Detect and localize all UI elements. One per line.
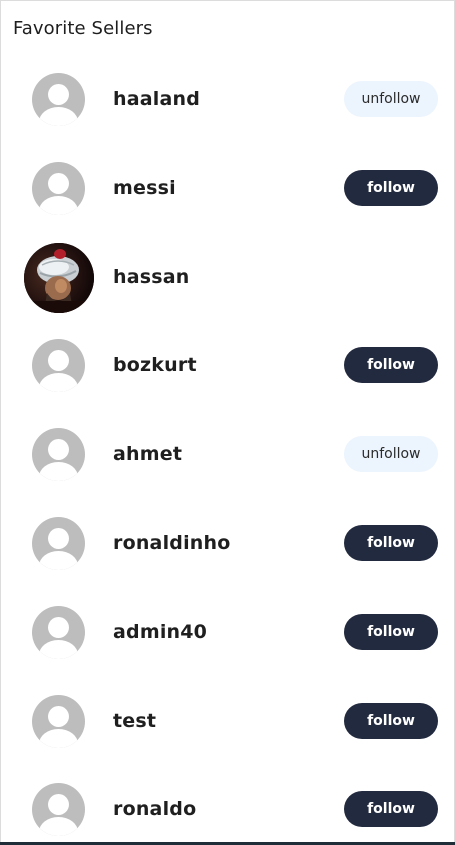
seller-row[interactable]: hassan [1, 233, 454, 322]
unfollow-button[interactable]: unfollow [344, 436, 438, 473]
default-avatar-icon[interactable] [32, 161, 85, 215]
seller-row[interactable]: admin40 follow [1, 588, 454, 677]
follow-button[interactable]: follow [344, 347, 438, 384]
follow-button[interactable]: follow [344, 524, 438, 561]
default-avatar-icon[interactable] [32, 694, 85, 748]
favorite-sellers-panel: Favorite Sellers haaland unfollow messi … [0, 0, 455, 845]
follow-button[interactable]: follow [344, 169, 438, 206]
profile-photo-image [24, 242, 94, 313]
seller-username[interactable]: test [113, 710, 156, 732]
panel-title: Favorite Sellers [13, 18, 153, 39]
seller-row[interactable]: messi follow [1, 144, 454, 233]
seller-row[interactable]: haaland unfollow [1, 55, 454, 144]
default-avatar-icon[interactable] [32, 339, 85, 393]
follow-button[interactable]: follow [344, 702, 438, 739]
seller-username[interactable]: ronaldo [113, 798, 196, 820]
follow-button[interactable]: follow [344, 791, 438, 828]
seller-username[interactable]: messi [113, 177, 176, 199]
seller-username[interactable]: haaland [113, 88, 200, 110]
seller-row[interactable]: bozkurt follow [1, 321, 454, 410]
seller-row[interactable]: ronaldo follow [1, 765, 454, 845]
default-avatar-icon[interactable] [32, 605, 85, 659]
seller-username[interactable]: ronaldinho [113, 532, 231, 554]
seller-username[interactable]: admin40 [113, 621, 207, 643]
seller-row[interactable]: ronaldinho follow [1, 499, 454, 588]
default-avatar-icon[interactable] [32, 783, 85, 837]
unfollow-button[interactable]: unfollow [344, 81, 438, 117]
seller-row[interactable]: test follow [1, 677, 454, 766]
seller-list: haaland unfollow messi follow hassan boz… [1, 55, 454, 845]
default-avatar-icon[interactable] [32, 516, 85, 570]
seller-row[interactable]: ahmet unfollow [1, 410, 454, 499]
seller-username[interactable]: ahmet [113, 443, 182, 465]
seller-username[interactable]: bozkurt [113, 354, 197, 376]
default-avatar-icon[interactable] [32, 73, 85, 126]
default-avatar-icon[interactable] [32, 428, 85, 482]
seller-username[interactable]: hassan [113, 266, 190, 288]
profile-photo[interactable] [24, 242, 94, 313]
follow-button[interactable]: follow [344, 613, 438, 650]
